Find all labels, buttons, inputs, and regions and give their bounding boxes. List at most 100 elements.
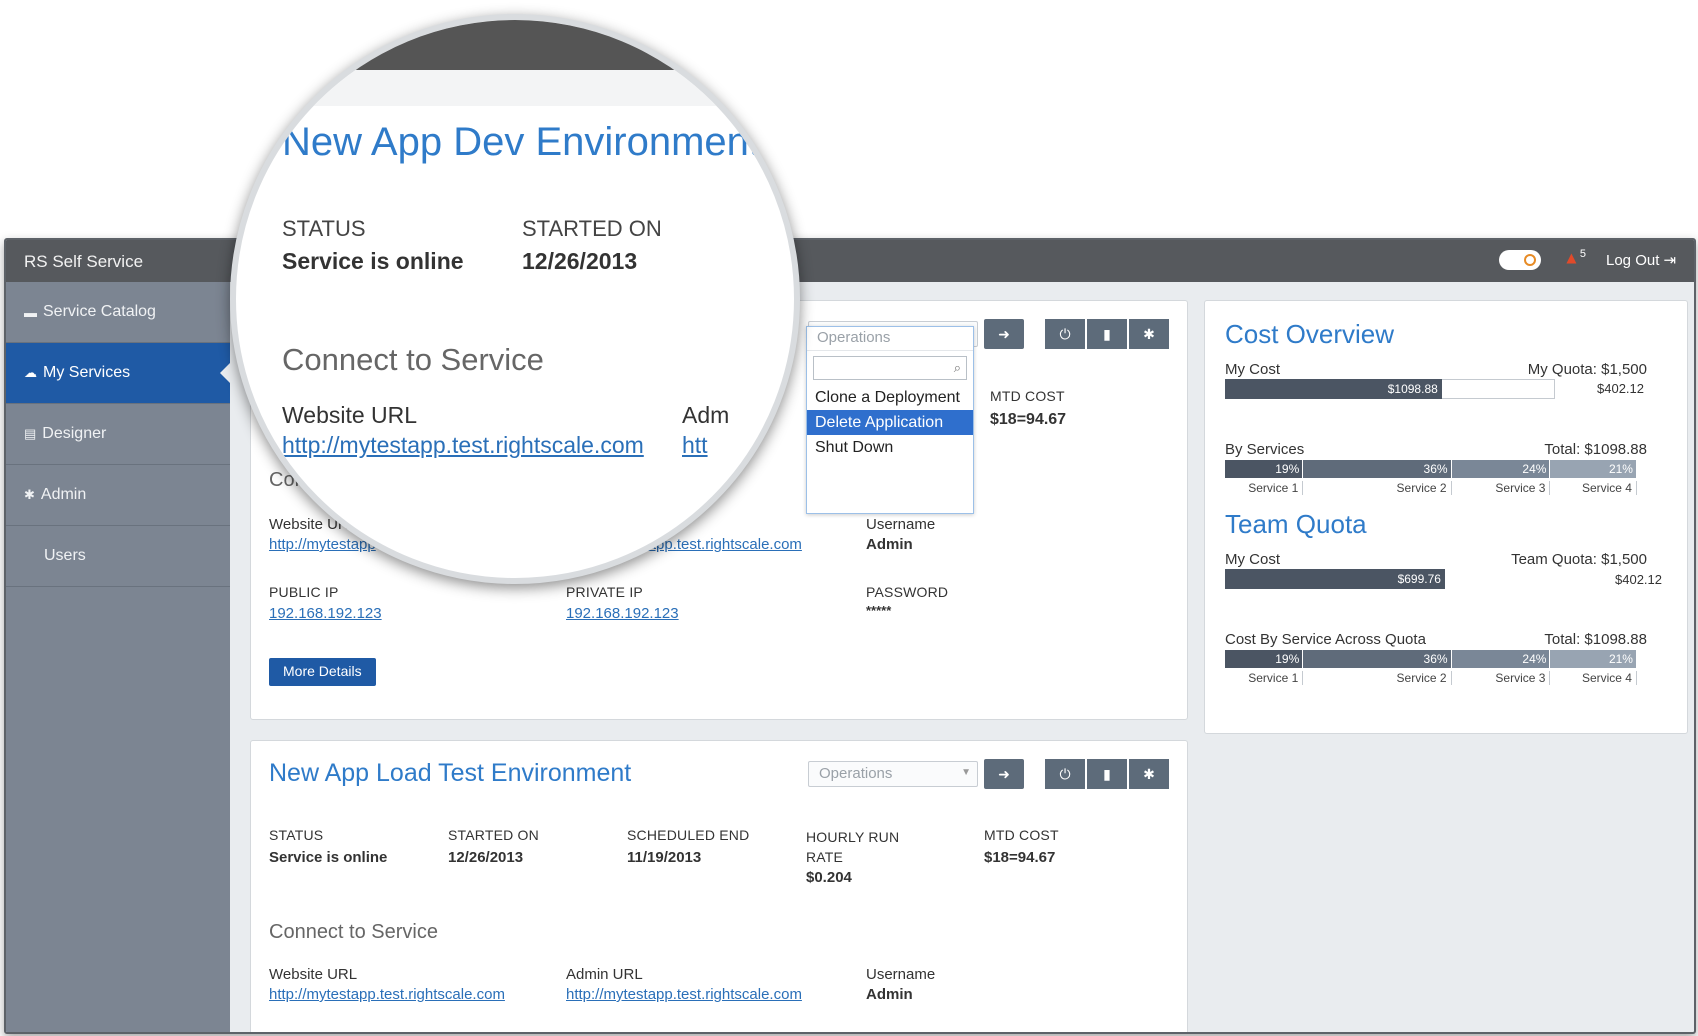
my-quota-label: My Quota: $1,500 [1527,361,1647,378]
sidebar-item-designer[interactable]: ▤ Designer [6,404,230,465]
magnified-title[interactable]: New App Dev Environment [282,120,760,165]
sidebar-item-my-services[interactable]: ☁ My Services [6,343,230,404]
cloud-icon: ☁ [24,365,37,380]
search-toggle[interactable] [1499,250,1541,270]
delete-button[interactable]: ▮ [1087,319,1127,349]
sidebar-item-label: Admin [40,486,87,503]
dropdown-item-shutdown[interactable]: Shut Down [807,435,973,460]
magnified-admin-link[interactable]: htt [682,432,708,459]
username-label: Username [866,966,936,983]
cost-overview-title: Cost Overview [1225,319,1395,349]
share-label-1: Service 1 [1225,671,1304,685]
sidebar-item-admin[interactable]: ✱ Admin [6,465,230,526]
public-ip-link[interactable]: 192.168.192.123 [269,605,382,622]
magnified-admin-label: Adm [682,402,730,428]
private-ip-label: PRIVATE IP [566,584,643,600]
arrow-right-icon: ➜ [998,325,1010,342]
delete-button[interactable]: ▮ [1087,759,1127,789]
operations-select[interactable]: Operations ▼ [808,761,978,787]
website-url-label: Website URL [269,966,358,983]
team-my-cost-label: My Cost [1225,551,1281,568]
scheduled-end-label: SCHEDULED END [627,827,750,843]
logout-link[interactable]: Log Out ⇥ [1606,251,1676,269]
team-share-labels: Service 1 Service 2 Service 3 Service 4 [1225,671,1637,685]
magnifier-shade [236,70,794,106]
team-quota-title: Team Quota [1225,509,1367,539]
alert-icon[interactable]: ▲5 [1563,248,1586,269]
my-cost-bar-fill: $1098.88 [1225,379,1442,399]
power-button[interactable]: ⏻ [1045,759,1085,789]
username-value: Admin [866,986,913,1003]
share-segment-1: 19% [1225,650,1304,668]
share-label-2: Service 2 [1303,671,1452,685]
admin-url-label: Admin URL [566,966,643,983]
go-button[interactable]: ➜ [984,319,1024,349]
mtd-cost-value: $18=94.67 [984,849,1056,866]
share-segment-4: 21% [1550,460,1637,478]
search-icon: ⌕ [953,360,961,375]
share-segment-1: 19% [1225,460,1304,478]
across-quota-label: Cost By Service Across Quota [1225,631,1426,648]
hourly-rate-value: $0.204 [806,869,852,886]
dropdown-search-input[interactable]: ⌕ [813,356,967,380]
password-value: ***** [866,603,892,618]
alert-count: 5 [1579,248,1586,260]
cost-panel: Cost Overview My Cost My Quota: $1,500 $… [1204,300,1688,734]
chevron-down-icon: ▼ [961,767,971,778]
sidebar-item-label: Users [44,547,86,564]
team-cost-remaining: $402.12 [1615,572,1662,587]
magnified-started-label: STARTED ON [522,216,662,241]
private-ip-link[interactable]: 192.168.192.123 [566,605,679,622]
gear-icon: ✱ [24,487,35,502]
magnifier-callout: New App Dev Environment STATUS Service i… [230,14,800,584]
my-cost-label: My Cost [1225,361,1281,378]
logout-icon: ⇥ [1663,252,1677,269]
service-action-buttons: ⏻ ▮ ✱ [1045,319,1169,349]
settings-button[interactable]: ✱ [1129,759,1169,789]
operations-select-open[interactable]: Operations [807,327,973,351]
hourly-rate-label: HOURLY RUN RATE [806,829,900,865]
team-cost-bar-fill: $699.76 [1225,569,1445,589]
public-ip-label: PUBLIC IP [269,584,339,600]
username-value: Admin [866,536,913,553]
sidebar-item-users[interactable]: Users [6,526,230,587]
brand-title: RS Self Service [24,252,144,271]
mtd-cost-value: $18=94.67 [990,411,1067,428]
sidebar-item-label: My Services [43,364,131,381]
by-services-total: Total: $1098.88 [1544,441,1647,458]
service-share-bar: 19% 36% 24% 21% [1225,460,1637,478]
team-share-bar: 19% 36% 24% 21% [1225,650,1637,668]
sidebar-item-label: Service Catalog [43,303,156,320]
service-action-buttons: ⏻ ▮ ✱ [1045,759,1169,789]
operations-dropdown: Operations ⌕ Clone a Deployment Delete A… [806,326,974,514]
started-label: STARTED ON [448,827,539,843]
share-segment-3: 24% [1451,650,1551,668]
sidebar-item-service-catalog[interactable]: ▬ Service Catalog [6,282,230,343]
sidebar: ▬ Service Catalog ☁ My Services ▤ Designer … [6,282,230,1032]
share-label-4: Service 4 [1550,671,1637,685]
share-label-3: Service 3 [1452,671,1551,685]
search-icon [1524,254,1536,266]
power-button[interactable]: ⏻ [1045,319,1085,349]
dropdown-item-delete[interactable]: Delete Application [807,410,973,435]
settings-button[interactable]: ✱ [1129,319,1169,349]
username-label: Username [866,516,936,533]
started-value: 12/26/2013 [448,849,524,866]
service-share-labels: Service 1 Service 2 Service 3 Service 4 [1225,481,1637,495]
mtd-cost-label: MTD COST [984,827,1059,843]
my-cost-remaining: $402.12 [1597,381,1644,396]
share-segment-2: 36% [1303,650,1452,668]
admin-url-link[interactable]: http://mytestapp.test.rightscale.com [566,986,802,1003]
dropdown-item-clone[interactable]: Clone a Deployment [807,385,973,410]
website-url-link[interactable]: http://mytestapp.test.rightscale.com [269,986,505,1003]
magnified-status-value: Service is online [282,248,464,274]
magnified-status-label: STATUS [282,216,366,241]
more-details-button[interactable]: More Details [269,658,376,686]
go-button[interactable]: ➜ [984,759,1024,789]
across-quota-total: Total: $1098.88 [1544,631,1647,648]
share-label-4: Service 4 [1550,481,1637,495]
magnified-connect-heading: Connect to Service [282,342,544,377]
arrow-right-icon: ➜ [998,765,1010,782]
magnified-website-link[interactable]: http://mytestapp.test.rightscale.com [282,432,644,459]
service-title[interactable]: New App Load Test Environment [269,759,631,788]
